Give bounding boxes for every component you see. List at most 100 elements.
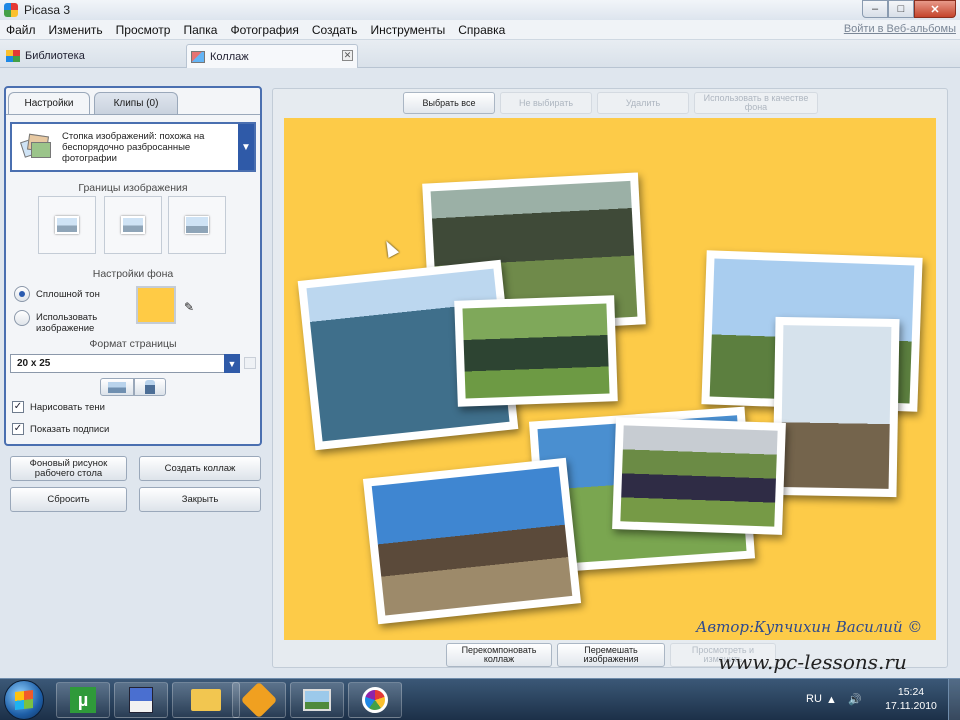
picasa-icon <box>362 687 388 713</box>
portrait-icon <box>145 380 155 394</box>
use-as-background-button[interactable]: Использовать в качестве фона <box>694 92 818 114</box>
solid-color-label: Сплошной тон <box>36 289 100 300</box>
close-collage-button[interactable]: Закрыть <box>139 487 261 512</box>
border-option-polaroid[interactable] <box>104 196 162 254</box>
author-caption: Автор:Купчихин Василий © <box>696 618 923 636</box>
collage-photo[interactable] <box>454 295 618 407</box>
minimize-button[interactable]: – <box>862 0 888 18</box>
menu-tools[interactable]: Инструменты <box>364 23 452 37</box>
show-captions-checkbox[interactable]: ✓ <box>12 423 24 435</box>
eyedropper-icon[interactable]: ✎ <box>184 300 198 314</box>
taskbar-explorer[interactable] <box>172 682 240 718</box>
close-window-button[interactable]: ✕ <box>914 0 956 18</box>
photo-wooden-church <box>780 325 892 489</box>
photo-viewer-icon <box>303 689 331 711</box>
page-format-select[interactable]: 20 x 25 <box>10 354 226 373</box>
windows-logo-icon <box>15 690 33 710</box>
tab-collage-label: Коллаж <box>210 50 249 63</box>
taskbar-save-app[interactable] <box>114 682 168 718</box>
show-captions-label: Показать подписи <box>30 424 110 435</box>
tab-divider <box>6 114 260 115</box>
collage-photo[interactable] <box>612 417 786 535</box>
web-albums-signin-link[interactable]: Войти в Веб-альбомы <box>844 23 956 35</box>
taskbar-photo-viewer[interactable] <box>290 682 344 718</box>
language-indicator[interactable]: RU <box>806 693 822 705</box>
menu-create[interactable]: Создать <box>306 23 365 37</box>
utorrent-icon: µ <box>70 687 96 713</box>
chevron-down-icon[interactable]: ▼ <box>224 354 240 373</box>
window-title: Picasa 3 <box>24 3 71 17</box>
use-image-radio[interactable] <box>14 310 30 326</box>
folder-icon <box>191 689 221 711</box>
select-all-button[interactable]: Выбрать все <box>403 92 495 114</box>
shuffle-images-button[interactable]: Перемешать изображения <box>557 643 665 667</box>
taskbar-winamp[interactable] <box>232 681 286 719</box>
menu-help[interactable]: Справка <box>452 23 512 37</box>
menu-view[interactable]: Просмотр <box>110 23 178 37</box>
desktop-background-button[interactable]: Фоновый рисунок рабочего стола <box>10 456 127 481</box>
lock-icon[interactable] <box>244 357 256 369</box>
use-image-label: Использовать изображение <box>36 312 98 334</box>
select-none-button[interactable]: Не выбирать <box>500 92 592 114</box>
collage-style-select[interactable]: Стопка изображений: похожа на беспорядоч… <box>10 122 256 172</box>
page-format-heading: Формат страницы <box>89 338 177 350</box>
menu-file[interactable]: Файл <box>0 23 43 37</box>
tab-bar: Библиотека Коллаж ✕ <box>0 40 960 68</box>
picture-pile-icon <box>20 133 52 161</box>
draw-shadows-checkbox[interactable]: ✓ <box>12 401 24 413</box>
clock-time: 15:24 <box>897 686 925 698</box>
portrait-orientation-button[interactable] <box>134 378 166 396</box>
start-button[interactable] <box>4 680 44 720</box>
border-polaroid-icon <box>121 216 145 234</box>
border-none-icon <box>185 216 209 234</box>
border-option-white[interactable] <box>38 196 96 254</box>
photo-village-road <box>371 466 573 616</box>
collage-style-description: Стопка изображений: похожа на беспорядоч… <box>62 130 205 164</box>
collage-photo[interactable] <box>362 457 582 625</box>
tab-settings[interactable]: Настройки <box>8 92 90 114</box>
watermark: www.pc-lessons.ru <box>718 650 907 674</box>
tab-library-label: Библиотека <box>25 50 85 62</box>
photo-forest-pond <box>462 303 610 399</box>
reset-button[interactable]: Сбросить <box>10 487 127 512</box>
tray-icons[interactable]: ▲ 🔊 <box>826 693 866 706</box>
menu-edit[interactable]: Изменить <box>43 23 110 37</box>
clock[interactable]: 15:24 17.11.2010 <box>880 685 942 713</box>
maximize-button[interactable]: □ <box>888 0 914 18</box>
window-controls: – □ ✕ <box>862 0 956 18</box>
image-borders-heading: Границы изображения <box>78 182 188 194</box>
collage-canvas[interactable]: Автор:Купчихин Василий © <box>284 118 936 640</box>
create-collage-button[interactable]: Создать коллаж <box>139 456 261 481</box>
border-option-none[interactable] <box>168 196 226 254</box>
show-desktop-button[interactable] <box>948 679 960 720</box>
taskbar-utorrent[interactable]: µ <box>56 682 110 718</box>
tab-clips[interactable]: Клипы (0) <box>94 92 178 114</box>
menu-bar: Файл Изменить Просмотр Папка Фотография … <box>0 20 960 40</box>
title-bar: Picasa 3 – □ ✕ <box>0 0 960 20</box>
library-icon <box>6 50 20 62</box>
close-tab-icon[interactable]: ✕ <box>342 50 353 61</box>
collage-photo[interactable] <box>772 316 900 498</box>
menu-picture[interactable]: Фотография <box>224 23 305 37</box>
menu-folder[interactable]: Папка <box>177 23 224 37</box>
background-settings-heading: Настройки фона <box>92 268 174 280</box>
clock-date: 17.11.2010 <box>885 700 937 712</box>
photo-river-fisherman <box>620 425 778 527</box>
draw-shadows-label: Нарисовать тени <box>30 402 105 413</box>
taskbar: µ RU ▲ 🔊 15:24 17.11.2010 <box>0 678 960 720</box>
delete-button[interactable]: Удалить <box>597 92 689 114</box>
landscape-icon <box>108 381 126 393</box>
background-color-swatch[interactable] <box>136 286 176 324</box>
rearrange-collage-button[interactable]: Перекомпоновать коллаж <box>446 643 552 667</box>
border-white-icon <box>55 216 79 234</box>
solid-color-radio[interactable] <box>14 286 30 302</box>
picasa-app-icon <box>4 3 18 17</box>
collage-icon <box>191 50 205 63</box>
tab-collage[interactable]: Коллаж ✕ <box>186 44 358 68</box>
landscape-orientation-button[interactable] <box>100 378 134 396</box>
chevron-down-icon[interactable]: ▼ <box>238 124 254 170</box>
tab-library[interactable]: Библиотека <box>6 44 176 68</box>
taskbar-picasa[interactable] <box>348 682 402 718</box>
winamp-icon <box>240 681 278 719</box>
floppy-disk-icon <box>129 687 153 713</box>
